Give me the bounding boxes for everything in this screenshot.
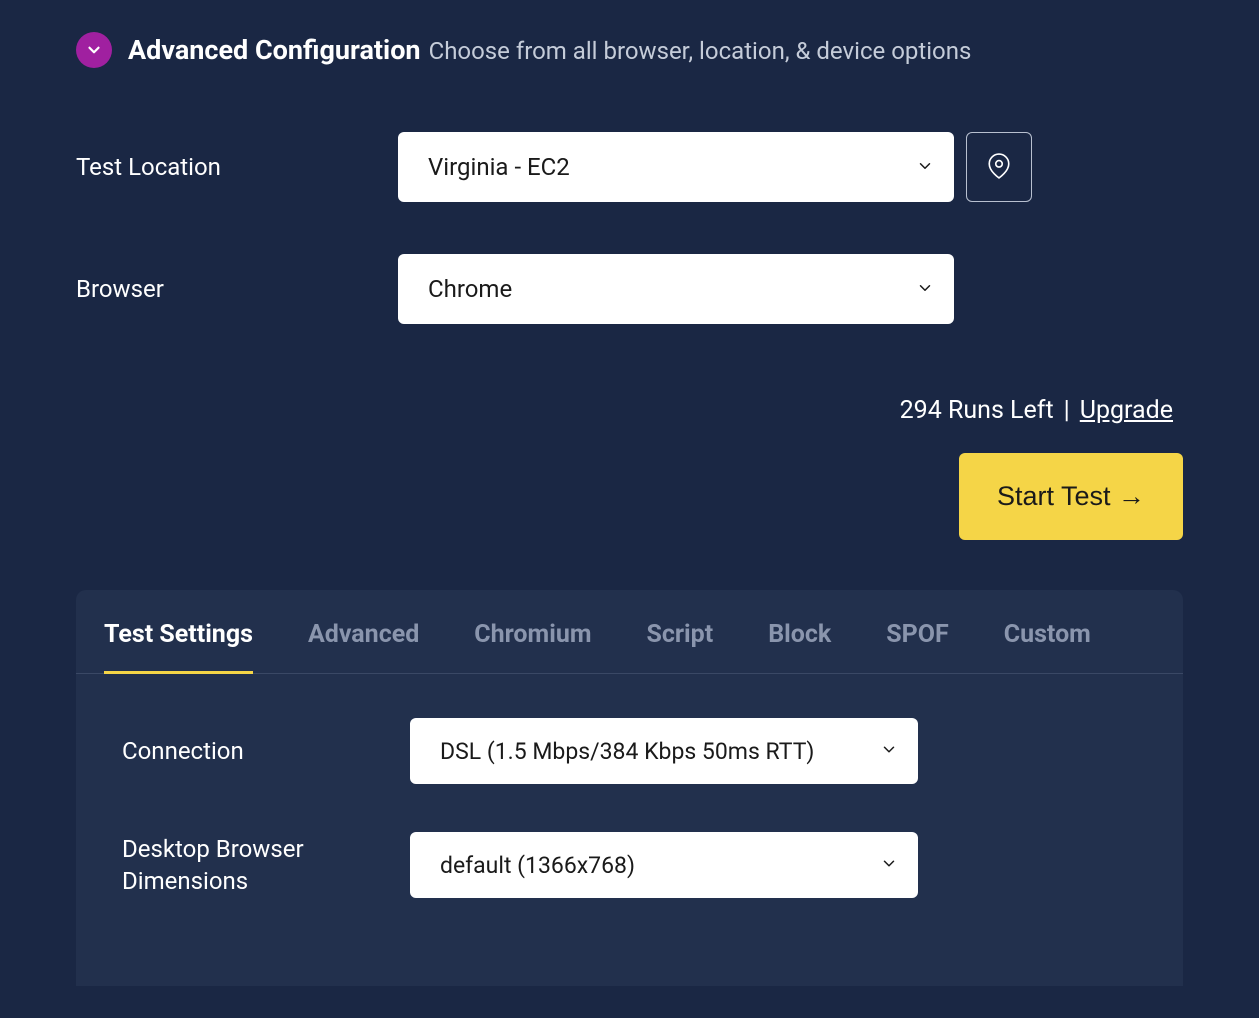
chevron-down-icon: [76, 32, 112, 68]
upgrade-link[interactable]: Upgrade: [1080, 396, 1173, 425]
test-location-select[interactable]: Virginia - EC2: [398, 132, 954, 202]
browser-value: Chrome: [428, 275, 512, 303]
tab-spof[interactable]: SPOF: [886, 590, 948, 674]
tab-test-settings[interactable]: Test Settings: [104, 590, 253, 674]
map-pin-button[interactable]: [966, 132, 1032, 202]
connection-select[interactable]: DSL (1.5 Mbps/384 Kbps 50ms RTT): [410, 718, 918, 784]
test-location-value: Virginia - EC2: [428, 153, 570, 181]
tab-block[interactable]: Block: [768, 590, 831, 674]
config-subtitle: Choose from all browser, location, & dev…: [429, 37, 972, 65]
config-title: Advanced Configuration: [128, 34, 421, 66]
tabs-row: Test Settings Advanced Chromium Script B…: [76, 590, 1183, 674]
settings-panel: Test Settings Advanced Chromium Script B…: [76, 590, 1183, 986]
dimensions-select[interactable]: default (1366x768): [410, 832, 918, 898]
tab-custom[interactable]: Custom: [1004, 590, 1091, 674]
tab-script[interactable]: Script: [646, 590, 713, 674]
chevron-down-icon: [916, 275, 934, 303]
connection-label: Connection: [122, 735, 410, 767]
connection-value: DSL (1.5 Mbps/384 Kbps 50ms RTT): [440, 738, 814, 765]
browser-label: Browser: [76, 275, 386, 303]
tab-advanced[interactable]: Advanced: [308, 590, 419, 674]
browser-select[interactable]: Chrome: [398, 254, 954, 324]
runs-left-text: 294 Runs Left: [900, 396, 1054, 425]
tab-chromium[interactable]: Chromium: [474, 590, 591, 674]
dimensions-label: Desktop Browser Dimensions: [122, 833, 410, 898]
dimensions-value: default (1366x768): [440, 852, 635, 879]
pipe-separator: |: [1060, 396, 1074, 425]
start-test-label: Start Test →: [997, 481, 1145, 512]
test-location-label: Test Location: [76, 153, 386, 181]
chevron-down-icon: [880, 852, 898, 879]
chevron-down-icon: [916, 153, 934, 181]
advanced-config-header[interactable]: Advanced Configuration Choose from all b…: [76, 32, 1183, 68]
start-test-button[interactable]: Start Test →: [959, 453, 1183, 540]
chevron-down-icon: [880, 738, 898, 765]
map-pin-icon: [986, 153, 1012, 182]
